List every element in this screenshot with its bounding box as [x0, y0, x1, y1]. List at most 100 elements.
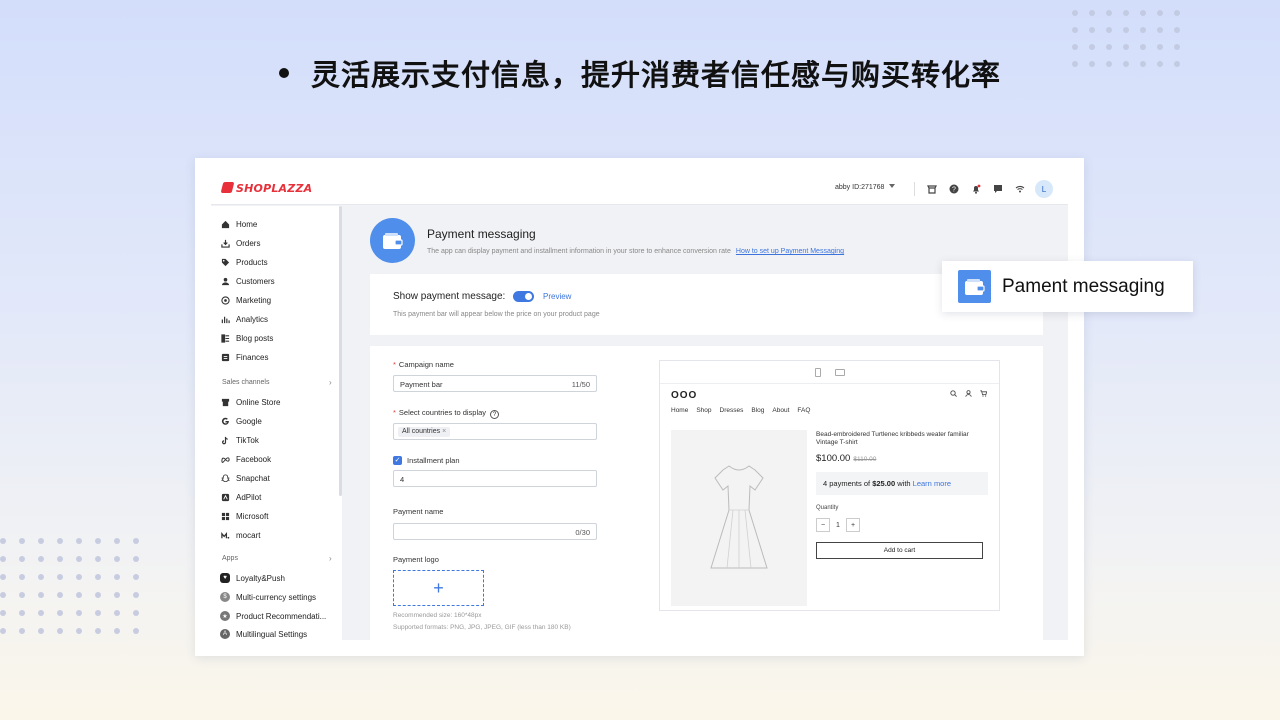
- message-icon[interactable]: [987, 178, 1009, 200]
- sidebar-item-adpilot[interactable]: AdPilot: [220, 491, 261, 503]
- campaign-name-input[interactable]: Payment bar 11/50: [393, 375, 597, 392]
- decorative-dot-grid: [0, 538, 139, 634]
- desktop-device-icon[interactable]: [834, 368, 845, 376]
- settings-form-card: * Campaign name Payment bar 11/50 * Select …: [370, 346, 1043, 640]
- chevron-right-icon[interactable]: ›: [329, 378, 332, 387]
- sidebar-item-marketing[interactable]: Marketing: [220, 294, 271, 306]
- compare-at-price: $110.00: [853, 456, 877, 463]
- bullet-icon: [278, 68, 289, 78]
- store-nav-item[interactable]: Shop: [696, 407, 711, 414]
- avatar[interactable]: L: [1035, 180, 1053, 198]
- mobile-device-icon[interactable]: [814, 367, 821, 377]
- store-nav-item[interactable]: Dresses: [720, 407, 744, 414]
- installment-input[interactable]: 4: [393, 470, 597, 487]
- logo-format-hint: Supported formats: PNG, JPG, JPEG, GIF (…: [393, 624, 571, 631]
- sidebar-item-analytics[interactable]: Analytics: [220, 313, 268, 325]
- add-to-cart-button[interactable]: Add to cart: [816, 542, 983, 559]
- loyalty-app-icon: ♥: [220, 573, 230, 583]
- sidebar-app-multilingual[interactable]: A Multilingual Settings: [220, 628, 307, 640]
- bar-chart-icon: [220, 314, 230, 324]
- device-switcher: [660, 361, 999, 384]
- shoplazza-logo[interactable]: SHOPLAZZA: [220, 182, 312, 195]
- finance-icon: [220, 352, 230, 362]
- blog-icon: [220, 333, 230, 343]
- help-icon[interactable]: ?: [490, 410, 500, 419]
- sidebar-item-home[interactable]: Home: [220, 218, 257, 230]
- sidebar-item-online-store[interactable]: Online Store: [220, 396, 280, 408]
- google-icon: [220, 416, 230, 426]
- setup-guide-link[interactable]: How to set up Payment Messaging: [736, 248, 844, 255]
- show-message-label: Show payment message:: [393, 291, 506, 302]
- show-message-toggle[interactable]: [513, 291, 534, 302]
- logo-size-hint: Recommended size: 160*48px: [393, 612, 482, 619]
- learn-more-link[interactable]: Learn more: [913, 479, 951, 488]
- product-name: Bead-embroidered Turtlenec kribbeds weat…: [816, 431, 969, 446]
- app-viewport: SHOPLAZZA abby ID:271768 ? L Home Orders…: [211, 174, 1068, 640]
- callout-label: Pament messaging: [1002, 276, 1165, 297]
- product-price: $100.00 $110.00: [816, 453, 877, 464]
- countries-select[interactable]: All countries ×: [393, 423, 597, 440]
- store-icon: [220, 397, 230, 407]
- help-icon[interactable]: ?: [943, 178, 965, 200]
- payment-logo-label: Payment logo: [393, 555, 439, 564]
- sidebar-app-multi-currency[interactable]: $ Multi-currency settings: [220, 591, 316, 603]
- wallet-icon: [958, 270, 991, 303]
- sidebar-item-facebook[interactable]: Facebook: [220, 453, 271, 465]
- tiktok-icon: [220, 435, 230, 445]
- sidebar-item-products[interactable]: Products: [220, 256, 268, 268]
- store-nav: Home Shop Dresses Blog About FAQ: [671, 407, 810, 414]
- quantity-value: 1: [836, 521, 840, 529]
- sidebar: Home Orders Products Customers Marketing…: [211, 206, 342, 640]
- sidebar-item-microsoft[interactable]: Microsoft: [220, 510, 268, 522]
- quantity-label: Quantity: [816, 505, 839, 511]
- home-icon: [220, 219, 230, 229]
- sidebar-item-finances[interactable]: Finances: [220, 351, 268, 363]
- installment-label: Installment plan: [407, 456, 460, 465]
- decrease-button[interactable]: −: [816, 518, 830, 532]
- storefront-preview: OOO Home Shop Dresses Blog About FAQ Bea…: [659, 360, 1000, 611]
- wifi-icon[interactable]: [1009, 178, 1031, 200]
- store-nav-item[interactable]: Home: [671, 407, 688, 414]
- microsoft-icon: [220, 511, 230, 521]
- sidebar-app-loyalty-push[interactable]: ♥ Loyalty&Push: [220, 572, 285, 584]
- account-switcher[interactable]: abby ID:271768: [835, 184, 896, 191]
- account-icon[interactable]: [965, 390, 972, 399]
- quantity-stepper: − 1 +: [816, 518, 860, 532]
- target-icon: [220, 295, 230, 305]
- sidebar-item-snapchat[interactable]: Snapchat: [220, 472, 270, 484]
- character-counter: 11/50: [571, 380, 590, 389]
- close-icon[interactable]: ×: [442, 428, 446, 435]
- sidebar-item-customers[interactable]: Customers: [220, 275, 275, 287]
- store-nav-item[interactable]: About: [772, 407, 789, 414]
- bell-icon[interactable]: [965, 178, 987, 200]
- logo-upload-button[interactable]: +: [393, 570, 484, 606]
- sidebar-item-mocart[interactable]: mocart: [220, 529, 260, 541]
- character-counter: 0/30: [575, 528, 590, 537]
- installment-checkbox[interactable]: ✓: [393, 456, 402, 465]
- preview-link[interactable]: Preview: [543, 292, 571, 301]
- logo-mark-icon: [220, 182, 235, 193]
- download-icon: [220, 238, 230, 248]
- cart-icon[interactable]: [980, 390, 988, 399]
- sidebar-app-product-recommendation[interactable]: ★ Product Recommendati...: [220, 610, 326, 622]
- sidebar-item-tiktok[interactable]: TikTok: [220, 434, 259, 446]
- sidebar-item-blog-posts[interactable]: Blog posts: [220, 332, 273, 344]
- sidebar-item-orders[interactable]: Orders: [220, 237, 260, 249]
- store-nav-item[interactable]: Blog: [751, 407, 764, 414]
- product-image: [671, 430, 807, 606]
- payment-name-input[interactable]: 0/30: [393, 523, 597, 540]
- tag-icon: [220, 257, 230, 267]
- store-icon[interactable]: [921, 178, 943, 200]
- store-nav-item[interactable]: FAQ: [797, 407, 810, 414]
- currency-app-icon: $: [220, 592, 230, 602]
- chevron-right-icon[interactable]: ›: [329, 554, 332, 563]
- sidebar-scrollbar[interactable]: [339, 206, 342, 496]
- campaign-name-label: * Campaign name: [393, 360, 454, 369]
- store-logo: OOO: [671, 390, 698, 401]
- meta-icon: [220, 454, 230, 464]
- search-icon[interactable]: [950, 390, 957, 399]
- sales-channels-heading: Sales channels: [222, 379, 270, 386]
- sidebar-item-google[interactable]: Google: [220, 415, 262, 427]
- feature-callout: Pament messaging: [942, 261, 1193, 312]
- increase-button[interactable]: +: [846, 518, 860, 532]
